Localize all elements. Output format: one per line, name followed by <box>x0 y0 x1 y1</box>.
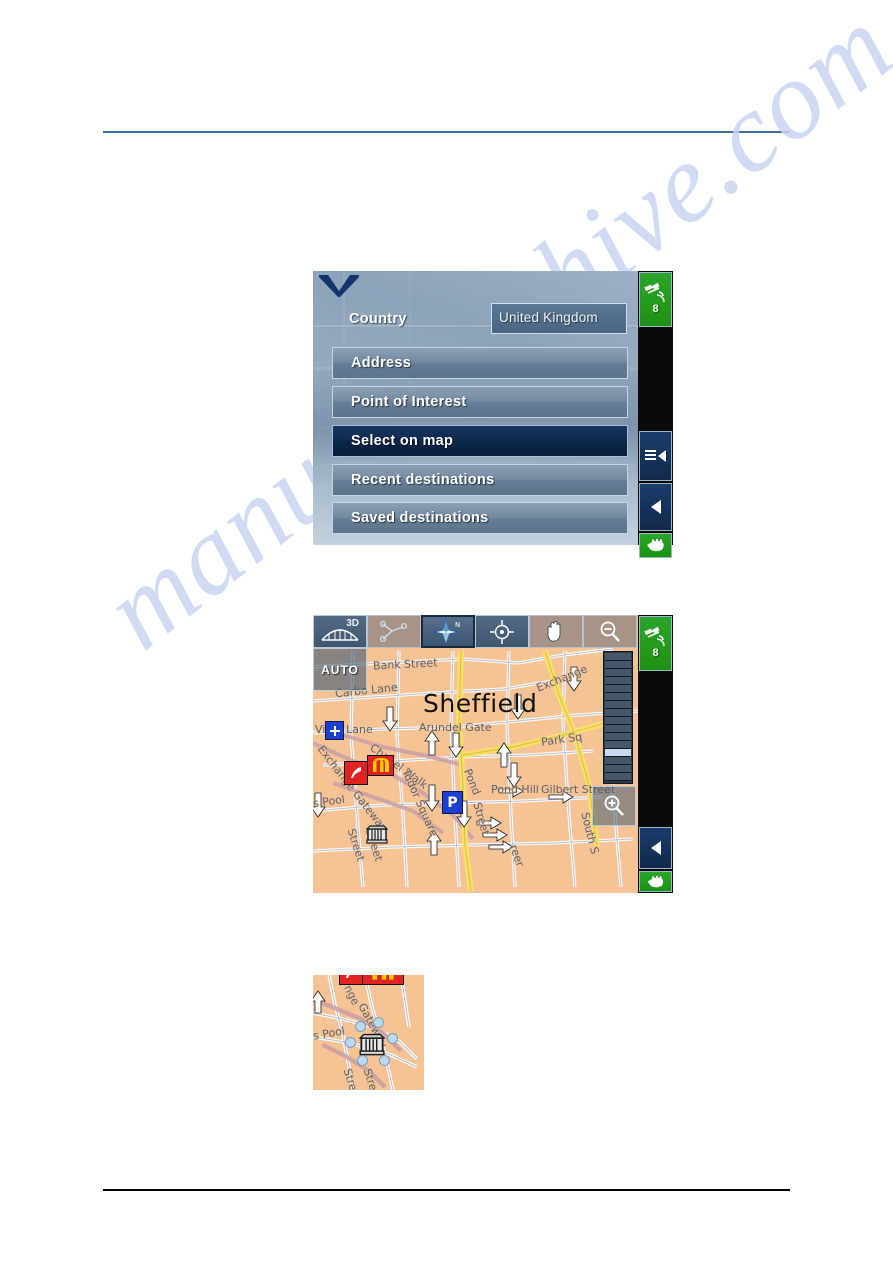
page-footer-rule <box>103 1189 790 1191</box>
hand-icon <box>646 539 664 552</box>
hand-icon <box>647 875 663 887</box>
compass-star-icon: N <box>433 618 460 645</box>
mcdonalds-poi[interactable] <box>367 755 394 776</box>
menu-button-label: Select on map <box>351 433 454 449</box>
menu-button-recent-destinations[interactable]: Recent destinations <box>332 464 628 496</box>
monument-icon <box>358 1033 386 1056</box>
gps-satellite-count: 8 <box>652 302 659 315</box>
menu-key[interactable] <box>639 431 672 481</box>
menu-button-point-of-interest[interactable]: Point of Interest <box>332 386 628 418</box>
menu-button-saved-destinations[interactable]: Saved destinations <box>332 502 628 534</box>
hand-pan-icon <box>547 620 561 642</box>
red-sign-icon <box>346 975 350 978</box>
map-city-label: Sheffield <box>423 689 538 718</box>
center-button[interactable] <box>475 615 529 648</box>
view-3d-label: 3D <box>346 618 359 629</box>
map-viewport[interactable]: 3D N AUTO Sheffield Bank Street Exchange… <box>313 615 638 893</box>
red-sign-poi[interactable] <box>344 761 368 785</box>
selection-dot[interactable] <box>345 1037 356 1048</box>
gps-status-key[interactable]: 8 <box>639 616 672 671</box>
country-field-row: Country United Kingdom <box>313 303 638 341</box>
selection-dot[interactable] <box>387 1033 398 1044</box>
mcdonalds-poi[interactable] <box>362 975 404 985</box>
red-sign-icon <box>351 767 361 778</box>
monument-poi[interactable] <box>365 823 389 850</box>
menu-button-label: Address <box>351 355 412 371</box>
satellite-icon <box>643 626 665 646</box>
route-waypoints-icon <box>379 620 408 642</box>
map-zoom-detail-screenshot: s Pool Gateway nge Street Street <box>313 975 424 1090</box>
parking-label: P <box>447 794 458 811</box>
menu-screen-body: Country United Kingdom Address Point of … <box>313 271 638 545</box>
map-scale-bar[interactable] <box>603 651 633 784</box>
map-toolbar: 3D N <box>313 615 638 648</box>
monument-icon <box>365 825 389 844</box>
selection-dot[interactable] <box>357 1055 368 1066</box>
hand-key[interactable] <box>639 533 672 558</box>
svg-text:N: N <box>455 621 460 629</box>
selection-dot[interactable] <box>373 1017 384 1028</box>
selection-dot[interactable] <box>379 1055 390 1066</box>
destination-menu-screenshot: Country United Kingdom Address Point of … <box>313 271 673 558</box>
zoom-in-button[interactable] <box>592 786 636 826</box>
country-label: Country <box>349 311 407 327</box>
menu-button-label: Point of Interest <box>351 394 467 410</box>
country-select[interactable]: United Kingdom <box>491 303 627 334</box>
scale-active-segment <box>605 749 631 757</box>
crosshair-target-icon <box>490 619 514 644</box>
auto-zoom-badge[interactable]: AUTO <box>313 648 367 691</box>
back-key[interactable] <box>639 483 672 531</box>
gps-satellite-count: 8 <box>652 646 659 659</box>
menu-button-label: Saved destinations <box>351 510 489 526</box>
zoom-out-button[interactable] <box>583 615 637 648</box>
menu-button-address[interactable]: Address <box>332 347 628 379</box>
hardware-key-column: 8 <box>638 271 673 558</box>
map-select-screenshot: 3D N AUTO Sheffield Bank Street Exchange… <box>313 615 673 893</box>
street-label: Pond Hill <box>491 783 539 796</box>
magnifier-plus-icon <box>604 795 624 816</box>
magnifier-minus-icon <box>600 621 620 642</box>
vicar-lane-poi[interactable] <box>325 721 344 740</box>
hand-key[interactable] <box>639 871 672 892</box>
back-key[interactable] <box>639 827 672 869</box>
mcdonalds-arches-icon <box>372 758 389 772</box>
pan-button[interactable] <box>529 615 583 648</box>
mcdonalds-arches-icon <box>372 975 394 980</box>
parking-poi[interactable]: P <box>442 791 463 814</box>
street-label: Arundel Gate <box>419 721 492 734</box>
menu-button-select-on-map[interactable]: Select on map <box>332 425 628 457</box>
view-3d-button[interactable]: 3D <box>313 615 367 648</box>
back-arrow-icon <box>650 500 661 514</box>
country-value: United Kingdom <box>499 310 598 325</box>
route-button[interactable] <box>367 615 421 648</box>
back-arrow-icon <box>650 841 661 855</box>
menu-list-icon <box>644 450 666 462</box>
selection-dot[interactable] <box>355 1021 366 1032</box>
satellite-icon <box>643 282 665 302</box>
red-sign-poi[interactable] <box>339 975 363 985</box>
hardware-key-column: 8 <box>638 615 673 893</box>
page-header-rule <box>103 131 790 133</box>
blue-square-icon <box>329 725 340 736</box>
gps-status-key[interactable]: 8 <box>639 272 672 327</box>
north-up-button[interactable]: N <box>421 615 475 648</box>
m-logo-icon <box>319 275 359 297</box>
menu-button-label: Recent destinations <box>351 472 495 488</box>
